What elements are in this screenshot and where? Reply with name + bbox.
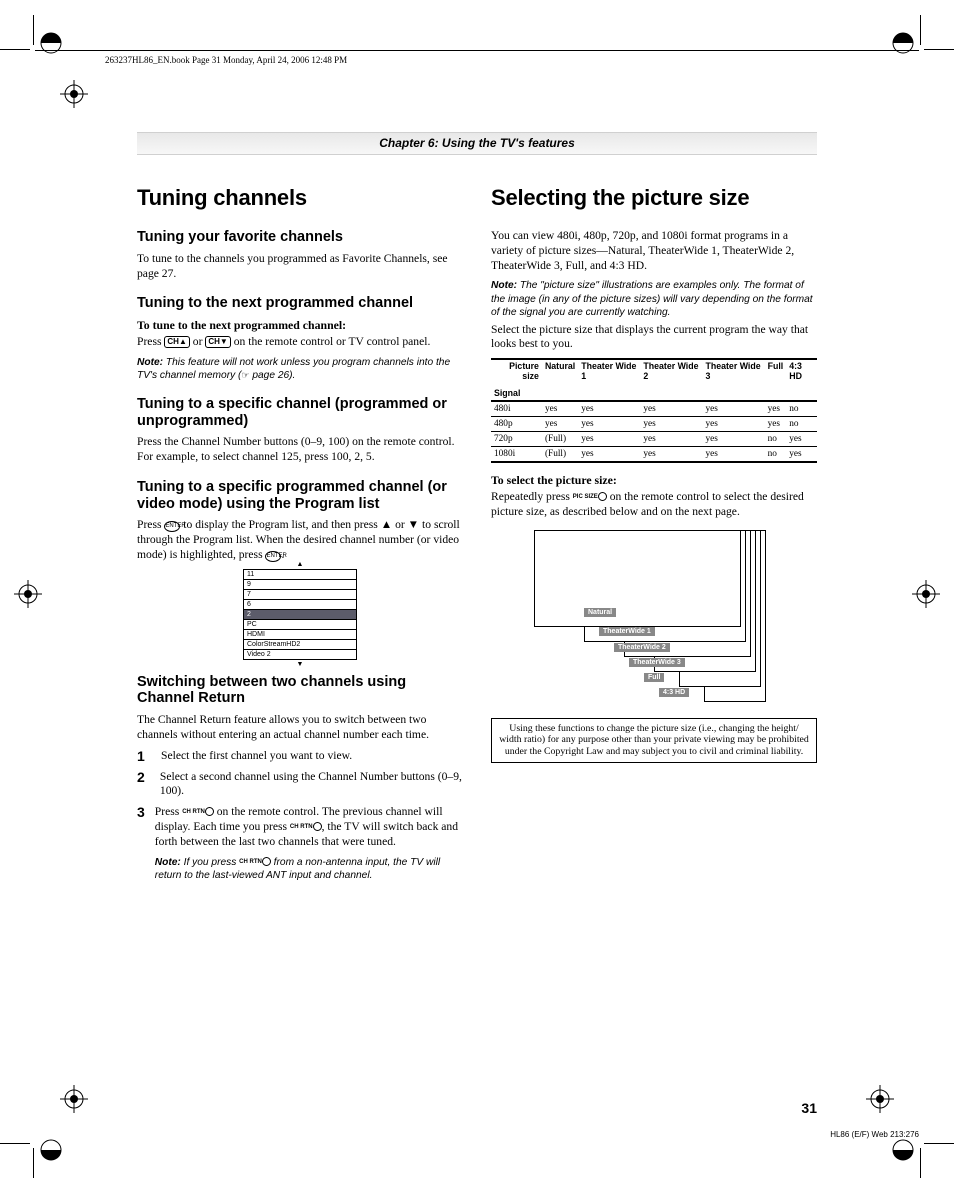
picture-size-illustration: Natural TheaterWide 1 TheaterWide 2 Thea… <box>524 530 784 710</box>
table-row: 1080i(Full)yesyesyesnoyes <box>491 446 817 462</box>
to-select-text: Repeatedly press PIC SIZE on the remote … <box>491 490 817 520</box>
chrtn-icon: CH RTN <box>182 809 205 815</box>
picture-size-intro: You can view 480i, 480p, 720p, and 1080i… <box>491 229 817 273</box>
chrtn-icon: CH RTN <box>239 859 262 865</box>
col-43hd: 4:3 HD <box>786 359 817 401</box>
picsize-icon: PIC SIZE <box>573 494 598 500</box>
h2-favorite: Tuning your favorite channels <box>137 229 463 246</box>
col-full: Full <box>765 359 787 401</box>
h2-next-programmed: Tuning to the next programmed channel <box>137 295 463 312</box>
h2-channel-return: Switching between two channels using Cha… <box>137 674 463 707</box>
program-list-row: HDMI <box>244 629 356 639</box>
program-list-row: 7 <box>244 589 356 599</box>
tag-43hd: 4:3 HD <box>659 688 689 697</box>
ch-up-icon: CH▲ <box>164 336 189 348</box>
tag-tw2: TheaterWide 2 <box>614 643 670 652</box>
frame-natural <box>534 530 741 627</box>
program-list-row: 9 <box>244 579 356 589</box>
enter-button-icon: ENTER <box>164 521 180 532</box>
program-list-row: Video 2 <box>244 649 356 659</box>
left-column: Tuning channels Tuning your favorite cha… <box>137 185 463 892</box>
page-number: 31 <box>801 1100 817 1116</box>
arrow-up-icon: ▲ <box>381 518 392 531</box>
page-content: Chapter 6: Using the TV's features Tunin… <box>137 132 817 892</box>
h1-picture-size: Selecting the picture size <box>491 185 817 211</box>
next-programmed-strong: To tune to the next programmed channel: <box>137 318 463 333</box>
copyright-disclaimer: Using these functions to change the pict… <box>491 718 817 763</box>
table-row: 480iyesyesyesyesyesno <box>491 401 817 417</box>
h1-tuning-channels: Tuning channels <box>137 185 463 211</box>
step-3: Press CH RTN on the remote control. The … <box>155 805 463 886</box>
table-row: 480pyesyesyesyesyesno <box>491 416 817 431</box>
col-tw2: Theater Wide 2 <box>640 359 702 401</box>
pointer-icon: ☞ <box>241 370 249 380</box>
col-natural: Natural <box>542 359 578 401</box>
program-list-text: Press ENTER to display the Program list,… <box>137 518 463 562</box>
step-1: Select the first channel you want to vie… <box>161 749 352 764</box>
favorite-text: To tune to the channels you programmed a… <box>137 252 463 282</box>
next-programmed-note: Note: This feature will not work unless … <box>137 356 463 382</box>
channel-return-intro: The Channel Return feature allows you to… <box>137 713 463 743</box>
channel-return-steps: 1Select the first channel you want to vi… <box>137 749 463 886</box>
program-list-row: 2 <box>244 609 356 619</box>
tag-natural: Natural <box>584 608 616 617</box>
program-list-row: PC <box>244 619 356 629</box>
next-programmed-press: Press CH▲ or CH▼ on the remote control o… <box>137 335 463 350</box>
program-list-row: 6 <box>244 599 356 609</box>
step-2: Select a second channel using the Channe… <box>160 770 463 800</box>
scroll-down-icon: ▼ <box>244 661 356 668</box>
tag-tw1: TheaterWide 1 <box>599 627 655 636</box>
program-list-illustration: ▲ 119762PCHDMIColorStreamHD2Video 2 ▼ <box>243 569 357 660</box>
tag-full: Full <box>644 673 664 682</box>
picture-size-select-p: Select the picture size that displays th… <box>491 323 817 353</box>
header-rule <box>35 50 919 51</box>
to-select-strong: To select the picture size: <box>491 473 817 488</box>
header-filename: 263237HL86_EN.book Page 31 Monday, April… <box>105 55 347 65</box>
h2-specific-channel: Tuning to a specific channel (programmed… <box>137 396 463 429</box>
program-list-row: ColorStreamHD2 <box>244 639 356 649</box>
right-column: Selecting the picture size You can view … <box>491 185 817 892</box>
chapter-heading: Chapter 6: Using the TV's features <box>137 132 817 155</box>
table-corner: Picture size Signal <box>491 359 542 401</box>
scroll-up-icon: ▲ <box>244 561 356 568</box>
ch-down-icon: CH▼ <box>205 336 230 348</box>
footer-code: HL86 (E/F) Web 213:276 <box>830 1130 919 1139</box>
picture-size-note: Note: The "picture size" illustrations a… <box>491 279 817 318</box>
picture-size-table: Picture size Signal Natural Theater Wide… <box>491 358 817 463</box>
chrtn-icon: CH RTN <box>290 824 313 830</box>
specific-channel-text: Press the Channel Number buttons (0–9, 1… <box>137 435 463 465</box>
tag-tw3: TheaterWide 3 <box>629 658 685 667</box>
h2-program-list: Tuning to a specific programmed channel … <box>137 479 463 512</box>
program-list-row: 11 <box>244 570 356 579</box>
col-tw1: Theater Wide 1 <box>578 359 640 401</box>
table-row: 720p(Full)yesyesyesnoyes <box>491 431 817 446</box>
arrow-down-icon: ▼ <box>408 518 419 531</box>
col-tw3: Theater Wide 3 <box>702 359 764 401</box>
